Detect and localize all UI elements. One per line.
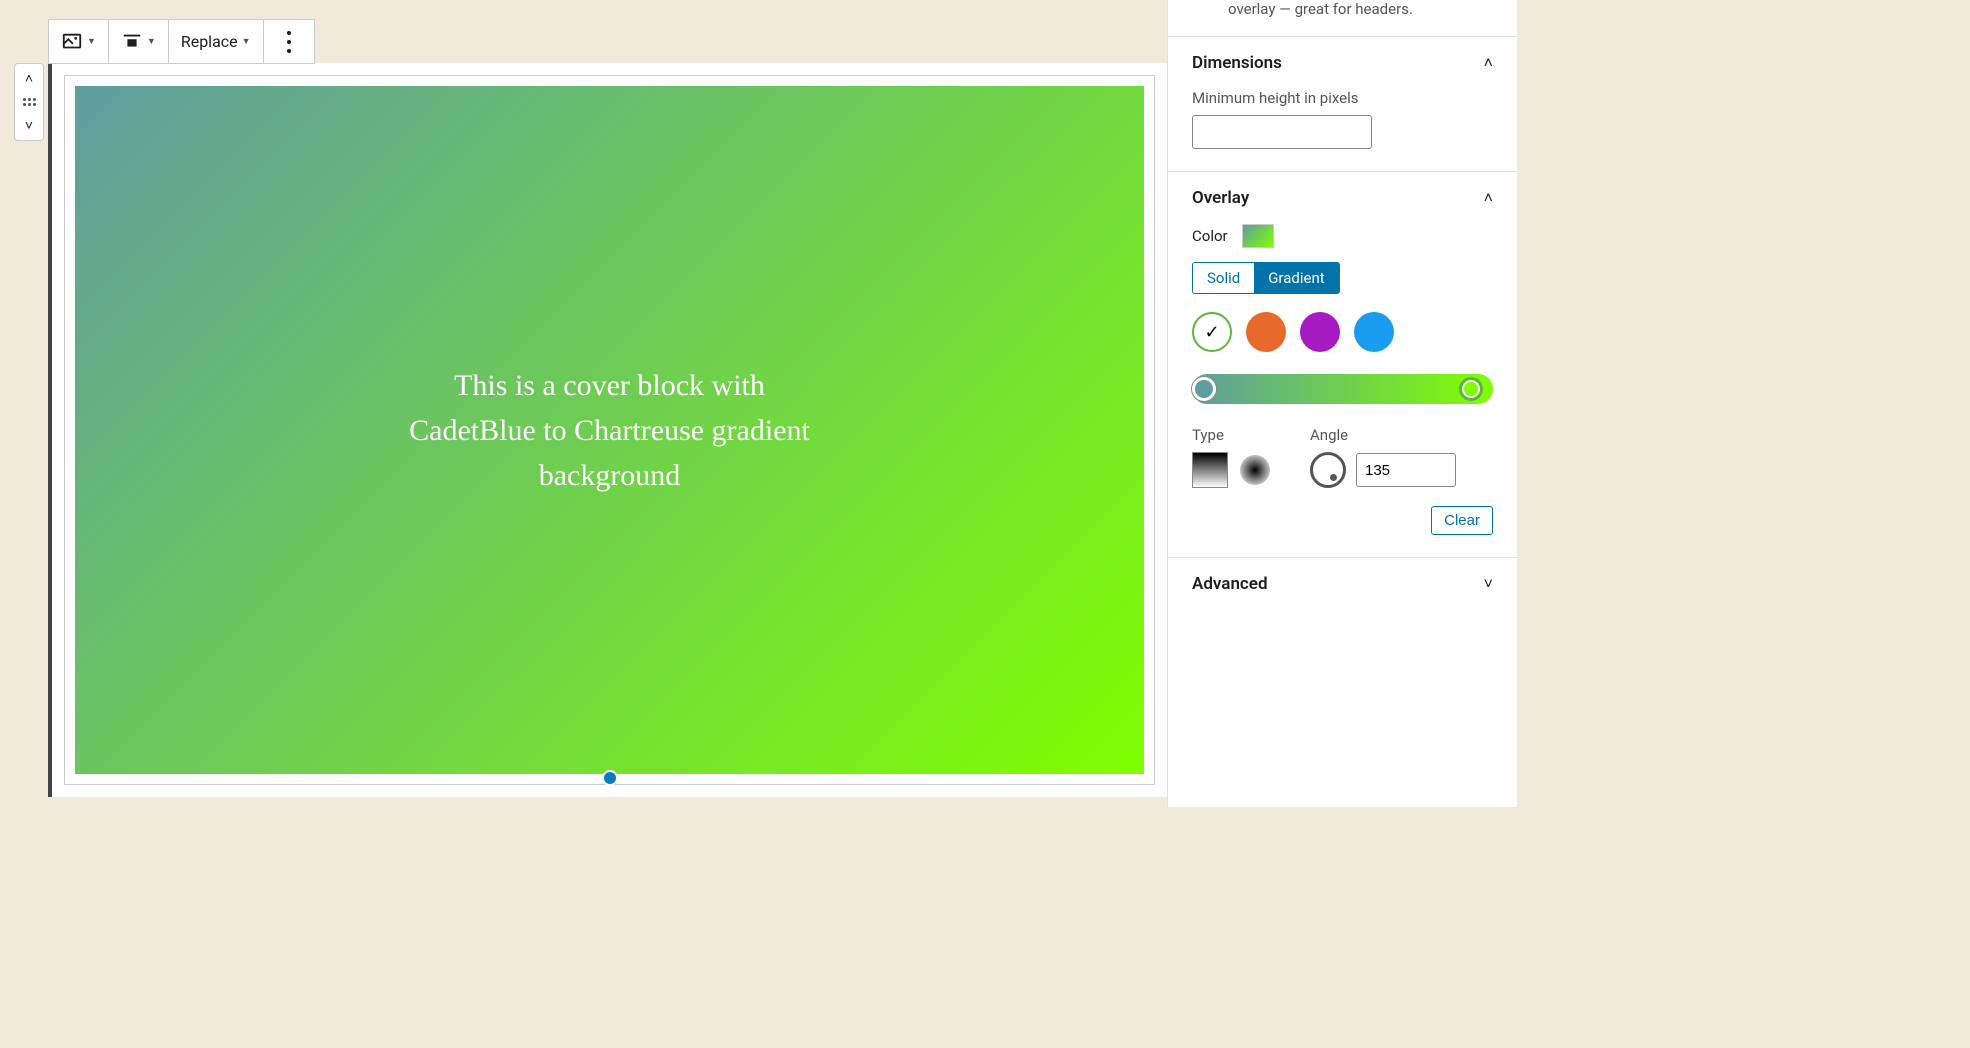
advanced-title: Advanced	[1192, 574, 1268, 594]
clear-button[interactable]: Clear	[1431, 506, 1493, 535]
dimensions-panel: Dimensions ˄ Minimum height in pixels	[1168, 36, 1517, 171]
cover-gradient-background: This is a cover block with CadetBlue to …	[75, 86, 1144, 774]
gradient-presets	[1192, 312, 1493, 352]
cover-block[interactable]: This is a cover block with CadetBlue to …	[64, 75, 1155, 785]
angle-input[interactable]	[1356, 453, 1456, 487]
settings-sidebar: overlay — great for headers. Dimensions …	[1167, 0, 1517, 807]
solid-tab[interactable]: Solid	[1193, 263, 1254, 293]
alignment-button[interactable]: ▼	[113, 20, 164, 63]
kebab-icon	[286, 31, 292, 53]
min-height-input[interactable]	[1192, 115, 1372, 149]
overlay-panel: Overlay ˄ Color Solid Gradient	[1168, 171, 1517, 557]
align-icon	[121, 31, 143, 53]
gradient-preset-selected[interactable]	[1192, 312, 1232, 352]
gradient-stop-start[interactable]	[1192, 377, 1216, 401]
resize-handle-bottom[interactable]	[602, 770, 618, 786]
gradient-stop-end[interactable]	[1459, 377, 1483, 401]
gradient-preset-blue[interactable]	[1354, 312, 1394, 352]
gradient-type-linear[interactable]	[1192, 452, 1228, 488]
overlay-panel-toggle[interactable]: Overlay ˄	[1168, 172, 1517, 224]
chevron-up-icon: ˄	[1484, 188, 1493, 208]
angle-label: Angle	[1310, 426, 1456, 444]
chevron-down-icon: ˅	[1484, 574, 1493, 594]
chevron-up-icon: ˄	[1484, 53, 1493, 73]
overlay-title: Overlay	[1192, 188, 1249, 208]
gradient-preset-purple[interactable]	[1300, 312, 1340, 352]
gradient-type-radial[interactable]	[1240, 455, 1270, 485]
block-description-tail: overlay — great for headers.	[1168, 0, 1517, 36]
dropdown-caret-icon: ▼	[242, 36, 251, 47]
advanced-panel: Advanced ˅	[1168, 557, 1517, 610]
color-label: Color	[1192, 227, 1228, 245]
drag-handle[interactable]	[22, 97, 36, 107]
replace-label: Replace	[181, 32, 238, 51]
cover-block-icon	[61, 31, 83, 53]
dimensions-title: Dimensions	[1192, 53, 1282, 73]
gradient-preset-orange[interactable]	[1246, 312, 1286, 352]
dropdown-caret-icon: ▼	[147, 36, 156, 47]
cover-text[interactable]: This is a cover block with CadetBlue to …	[400, 363, 820, 498]
type-label: Type	[1192, 426, 1270, 444]
replace-button[interactable]: Replace ▼	[173, 20, 259, 63]
move-down-button[interactable]: ˅	[25, 117, 33, 134]
color-swatch-button[interactable]	[1242, 224, 1274, 248]
cover-block-wrap: This is a cover block with CadetBlue to …	[48, 63, 1167, 797]
gradient-tab[interactable]: Gradient	[1254, 263, 1338, 293]
angle-dial[interactable]	[1310, 452, 1346, 488]
dimensions-panel-toggle[interactable]: Dimensions ˄	[1168, 37, 1517, 89]
move-up-button[interactable]: ˄	[25, 70, 33, 87]
block-toolbar: ▼ ▼ Replace ▼	[48, 19, 315, 64]
min-height-label: Minimum height in pixels	[1192, 89, 1493, 107]
overlay-mode-toggle: Solid Gradient	[1192, 262, 1340, 294]
dropdown-caret-icon: ▼	[87, 36, 96, 47]
editor-canvas: ▼ ▼ Replace ▼ Th	[48, 19, 1167, 797]
more-options-button[interactable]	[268, 20, 310, 63]
block-type-button[interactable]: ▼	[53, 20, 104, 63]
advanced-panel-toggle[interactable]: Advanced ˅	[1168, 558, 1517, 610]
block-mover-rail: ˄ ˅	[14, 63, 44, 141]
gradient-bar[interactable]	[1192, 374, 1493, 404]
